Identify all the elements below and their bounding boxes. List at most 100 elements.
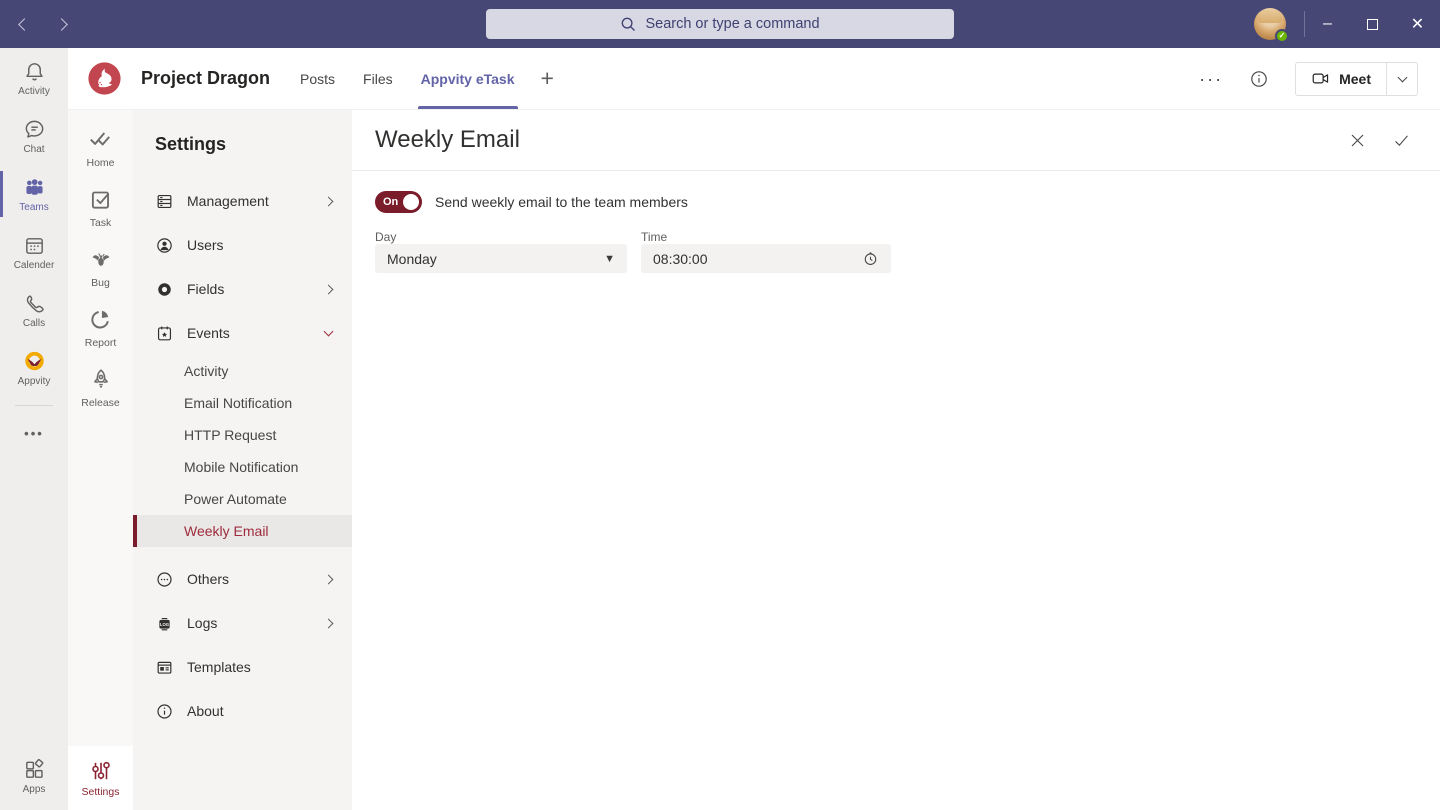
settings-item-users[interactable]: Users bbox=[133, 223, 352, 267]
settings-item-events[interactable]: Events bbox=[133, 311, 352, 355]
time-label: Time bbox=[641, 230, 667, 244]
maximize-icon bbox=[1367, 19, 1378, 30]
settings-item-label: Others bbox=[187, 571, 312, 587]
module-label: Home bbox=[86, 157, 114, 169]
rail-item-apps[interactable]: Apps bbox=[0, 748, 68, 804]
module-label: Bug bbox=[91, 277, 110, 289]
settings-subitem-power-automate[interactable]: Power Automate bbox=[133, 483, 352, 515]
module-item-report[interactable]: Report bbox=[85, 306, 117, 349]
dropdown-caret-icon: ▼ bbox=[604, 253, 615, 265]
cancel-icon[interactable] bbox=[1349, 132, 1366, 149]
back-icon[interactable] bbox=[20, 16, 29, 32]
settings-item-label: Management bbox=[187, 193, 312, 209]
sliders-icon bbox=[89, 759, 113, 783]
add-tab-button[interactable]: + bbox=[541, 65, 554, 92]
rail-item-chat[interactable]: Chat bbox=[0, 108, 68, 164]
rocket-icon bbox=[88, 366, 114, 392]
more-apps-icon[interactable]: ••• bbox=[0, 426, 68, 441]
settings-subitem-activity[interactable]: Activity bbox=[133, 355, 352, 387]
chevron-down-icon bbox=[1397, 72, 1407, 82]
team-header: Project Dragon Posts Files Appvity eTask… bbox=[68, 48, 1440, 110]
more-options-icon[interactable]: ··· bbox=[1199, 74, 1223, 84]
settings-item-management[interactable]: Management bbox=[133, 179, 352, 223]
settings-subitem-weekly-email[interactable]: Weekly Email bbox=[133, 515, 352, 547]
tab-strip: Posts Files Appvity eTask bbox=[300, 48, 514, 109]
meet-label: Meet bbox=[1339, 71, 1371, 87]
rail-label: Apps bbox=[23, 784, 46, 795]
video-camera-icon bbox=[1311, 69, 1330, 88]
settings-item-templates[interactable]: Templates bbox=[133, 645, 352, 689]
rail-label: Activity bbox=[18, 86, 50, 97]
rail-item-appvity[interactable]: Appvity bbox=[0, 340, 68, 396]
apps-grid-icon bbox=[23, 758, 46, 781]
close-button[interactable]: ✕ bbox=[1395, 0, 1440, 48]
settings-item-label: Logs bbox=[187, 615, 312, 631]
tab-appvity-etask[interactable]: Appvity eTask bbox=[421, 48, 515, 109]
settings-item-about[interactable]: About bbox=[133, 689, 352, 733]
save-check-icon[interactable] bbox=[1393, 132, 1410, 149]
module-item-home[interactable]: Home bbox=[86, 126, 114, 169]
module-label: Task bbox=[90, 217, 112, 229]
management-icon bbox=[155, 192, 174, 211]
tab-posts[interactable]: Posts bbox=[300, 48, 335, 109]
rail-item-calls[interactable]: Calls bbox=[0, 282, 68, 338]
chevron-down-icon bbox=[324, 327, 334, 337]
search-icon bbox=[620, 16, 636, 32]
day-dropdown[interactable]: Monday ▼ bbox=[375, 244, 627, 273]
settings-subitem-email-notification[interactable]: Email Notification bbox=[133, 387, 352, 419]
rail-label: Calls bbox=[23, 318, 45, 329]
appvity-logo bbox=[23, 350, 46, 373]
settings-subitem-mobile-notification[interactable]: Mobile Notification bbox=[133, 451, 352, 483]
templates-icon bbox=[155, 658, 174, 677]
module-label: Settings bbox=[82, 786, 120, 798]
settings-item-fields[interactable]: Fields bbox=[133, 267, 352, 311]
chat-icon bbox=[23, 118, 46, 141]
module-item-settings[interactable]: Settings bbox=[68, 746, 133, 810]
module-rail: Home Task bbox=[68, 110, 133, 810]
rail-label: Chat bbox=[23, 144, 44, 155]
settings-item-logs[interactable]: LOG Logs bbox=[133, 601, 352, 645]
bell-icon bbox=[23, 60, 46, 83]
panel-header: Weekly Email bbox=[352, 110, 1440, 171]
time-input[interactable]: 08:30:00 bbox=[641, 244, 891, 273]
rail-item-calendar[interactable]: Calender bbox=[0, 224, 68, 280]
header-actions: ··· Meet bbox=[1199, 48, 1418, 109]
settings-item-others[interactable]: Others bbox=[133, 557, 352, 601]
day-value: Monday bbox=[387, 251, 437, 267]
history-nav bbox=[20, 16, 66, 32]
calendar-icon bbox=[23, 234, 46, 257]
team-logo-dragon bbox=[85, 59, 124, 98]
search-placeholder: Search or type a command bbox=[645, 16, 819, 32]
rail-item-teams[interactable]: Teams bbox=[0, 166, 68, 222]
module-item-bug[interactable]: Bug bbox=[88, 246, 114, 289]
module-label: Release bbox=[81, 397, 120, 409]
meet-dropdown-button[interactable] bbox=[1386, 63, 1417, 95]
info-icon[interactable] bbox=[1250, 70, 1268, 88]
info-icon bbox=[155, 702, 174, 721]
tab-files[interactable]: Files bbox=[363, 48, 393, 109]
clock-icon[interactable] bbox=[862, 250, 879, 267]
settings-sidebar: Settings Management bbox=[133, 110, 352, 810]
fields-icon bbox=[155, 280, 174, 299]
presence-available-icon: ✓ bbox=[1275, 29, 1289, 43]
phone-icon bbox=[23, 292, 46, 315]
module-item-release[interactable]: Release bbox=[81, 366, 120, 409]
day-field-group: Day Monday ▼ bbox=[375, 228, 627, 273]
events-calendar-icon bbox=[155, 324, 174, 343]
maximize-button[interactable] bbox=[1350, 0, 1395, 48]
meet-button[interactable]: Meet bbox=[1296, 63, 1386, 95]
avatar[interactable]: ✓ bbox=[1254, 8, 1286, 40]
search-input[interactable]: Search or type a command bbox=[486, 9, 954, 39]
weekly-email-toggle[interactable]: On bbox=[375, 191, 422, 213]
team-name: Project Dragon bbox=[141, 68, 270, 89]
settings-subitem-http-request[interactable]: HTTP Request bbox=[133, 419, 352, 451]
module-label: Report bbox=[85, 337, 117, 349]
toggle-description: Send weekly email to the team members bbox=[435, 194, 688, 210]
module-item-task[interactable]: Task bbox=[88, 186, 114, 229]
settings-item-label: About bbox=[187, 703, 332, 719]
chevron-right-icon bbox=[324, 618, 334, 628]
rail-divider bbox=[15, 405, 53, 406]
forward-icon[interactable] bbox=[57, 16, 66, 32]
minimize-button[interactable]: – bbox=[1305, 0, 1350, 48]
rail-item-activity[interactable]: Activity bbox=[0, 50, 68, 106]
